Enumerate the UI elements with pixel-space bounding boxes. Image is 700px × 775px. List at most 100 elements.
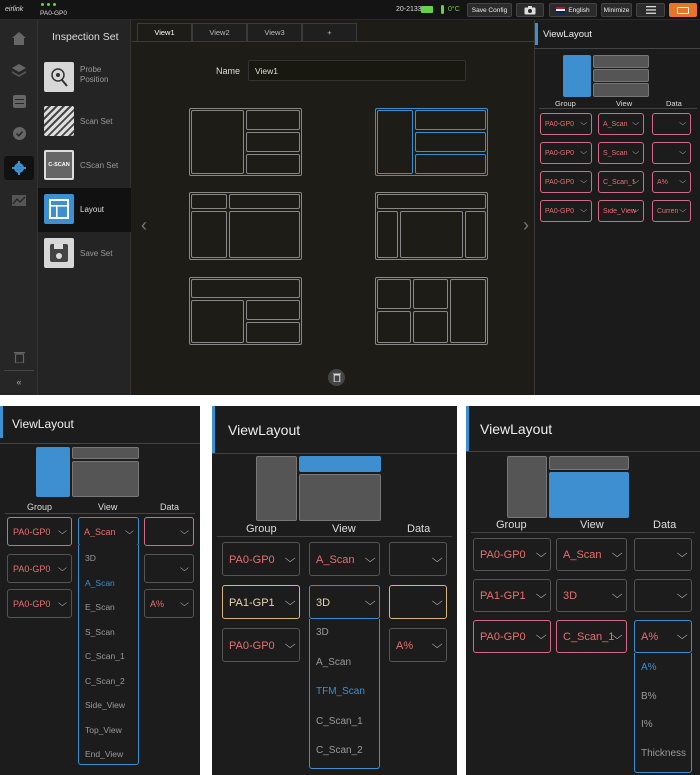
group-select[interactable]: PA0-GP0 ⌵ — [222, 542, 300, 576]
view-select[interactable]: A_Scan ⌵ — [556, 538, 627, 571]
group-select[interactable]: PA0-GP0 ⌵ — [473, 538, 551, 571]
menu-item-save-set[interactable]: Save Set — [38, 232, 131, 276]
group-header: Group — [555, 99, 576, 108]
data-select-value: Curren — [657, 208, 679, 215]
data-select[interactable]: A% ⌵ — [144, 589, 194, 618]
trash-icon[interactable] — [9, 347, 29, 367]
header-divider — [217, 536, 452, 537]
view-select[interactable]: Side_View ⌵ — [598, 200, 644, 222]
view-select[interactable]: C_Scan_1 ⌵ — [598, 171, 644, 193]
group-select[interactable]: PA0-GP0 ⌵ — [540, 113, 592, 135]
dropdown-option[interactable]: C_Scan_1 — [85, 651, 125, 661]
data-select[interactable]: Curren ⌵ — [652, 200, 691, 222]
chart-icon[interactable] — [9, 190, 29, 210]
tab-view3[interactable]: View3 — [247, 23, 302, 41]
tab-add[interactable]: + — [302, 23, 357, 41]
next-arrow-icon[interactable]: › — [523, 215, 529, 236]
menu-item-scan-set[interactable]: Scan Set — [38, 100, 131, 144]
data-select[interactable]: ⌵ — [144, 517, 194, 546]
minimize-button[interactable]: Minimize — [601, 3, 632, 17]
data-select[interactable]: ⌵ — [652, 142, 691, 164]
layout-preview — [256, 456, 381, 521]
group-select[interactable]: PA0-GP0 ⌵ — [7, 517, 72, 546]
menu-button[interactable] — [636, 3, 665, 17]
group-select[interactable]: PA0-GP0 ⌵ — [540, 171, 592, 193]
data-select[interactable]: A% ⌵ — [634, 620, 692, 653]
dropdown-option[interactable]: C_Scan_2 — [316, 745, 363, 756]
dropdown-option[interactable]: A_Scan — [316, 657, 351, 668]
view-select[interactable]: C_Scan_1 ⌵ — [556, 620, 627, 653]
language-button[interactable]: English — [549, 3, 597, 17]
name-input[interactable]: View1 — [248, 60, 466, 81]
dropdown-option[interactable]: E_Scan — [85, 602, 115, 612]
group-select[interactable]: PA1-GP1 ⌵ — [473, 579, 551, 612]
tab-view2[interactable]: View2 — [192, 23, 247, 41]
group-select[interactable]: PA0-GP0 ⌵ — [7, 554, 72, 583]
dropdown-option[interactable]: Thickness — [641, 748, 686, 759]
layout-option-3[interactable] — [189, 192, 302, 260]
data-select[interactable]: ⌵ — [634, 579, 692, 612]
battery-icon — [421, 6, 433, 13]
layout-cell — [229, 194, 300, 209]
dropdown-option[interactable]: 3D — [85, 553, 96, 563]
database-icon[interactable] — [9, 91, 29, 111]
view-select[interactable]: A_Scan ⌵ — [309, 542, 380, 576]
group-select[interactable]: PA0-GP0 ⌵ — [7, 589, 72, 618]
menu-item-layout[interactable]: Layout — [38, 188, 131, 232]
data-select[interactable]: ⌵ — [652, 113, 691, 135]
view-select[interactable]: 3D ⌵ — [309, 585, 380, 619]
group-select[interactable]: PA0-GP0 ⌵ — [222, 628, 300, 662]
camera-button[interactable] — [516, 3, 544, 17]
collapse-icon[interactable]: « — [9, 372, 29, 392]
group-select[interactable]: PA0-GP0 ⌵ — [540, 142, 592, 164]
data-select[interactable]: A% ⌵ — [389, 628, 447, 662]
group-select[interactable]: PA0-GP0 ⌵ — [540, 200, 592, 222]
dropdown-option[interactable]: Side_View — [85, 700, 125, 710]
dropdown-option[interactable]: I% — [641, 719, 653, 730]
chevron-down-icon: ⌵ — [579, 149, 587, 156]
data-select[interactable]: ⌵ — [389, 585, 447, 619]
dropdown-option[interactable]: S_Scan — [85, 627, 115, 637]
dropdown-option[interactable]: TFM_Scan — [316, 686, 365, 697]
layout-option-4[interactable] — [375, 192, 488, 260]
view-select[interactable]: 3D ⌵ — [556, 579, 627, 612]
group-select[interactable]: PA0-GP0 ⌵ — [473, 620, 551, 653]
chevron-down-icon: ⌵ — [631, 120, 639, 127]
delete-layout-button[interactable] — [328, 369, 345, 386]
group-select[interactable]: PA1-GP1 ⌵ — [222, 585, 300, 619]
menu-item-label: Probe Position — [80, 65, 109, 84]
data-select[interactable]: ⌵ — [389, 542, 447, 576]
menu-item-cscan-set[interactable]: C-SCAN CScan Set — [38, 144, 131, 188]
settings-gear-icon[interactable] — [4, 156, 34, 180]
home-icon[interactable] — [9, 28, 29, 48]
save-config-button[interactable]: Save Config — [467, 3, 512, 17]
dropdown-option[interactable]: A% — [641, 662, 657, 673]
layout-option-6[interactable] — [375, 277, 488, 345]
view-select[interactable]: S_Scan ⌵ — [598, 142, 644, 164]
menu-item-probe-position[interactable]: Probe Position — [38, 56, 131, 100]
dropdown-option[interactable]: B% — [641, 691, 657, 702]
dropdown-option[interactable]: End_View — [85, 749, 123, 759]
tab-view1[interactable]: View1 — [137, 23, 192, 41]
layers-icon[interactable] — [9, 60, 29, 80]
view-select[interactable]: A_Scan ⌵ — [598, 113, 644, 135]
dropdown-option[interactable]: C_Scan_1 — [316, 716, 363, 727]
menu-item-label: Save Set — [80, 249, 113, 258]
data-select[interactable]: ⌵ — [144, 554, 194, 583]
prev-arrow-icon[interactable]: ‹ — [141, 215, 147, 236]
data-select[interactable]: ⌵ — [634, 538, 692, 571]
check-badge-icon[interactable] — [9, 123, 29, 143]
data-header: Data — [653, 519, 677, 531]
dropdown-option[interactable]: Top_View — [85, 725, 122, 735]
dropdown-option[interactable]: 3D — [316, 627, 329, 638]
layout-option-2[interactable] — [375, 108, 488, 176]
dropdown-option[interactable]: A_Scan — [85, 578, 115, 588]
data-select[interactable]: A% ⌵ — [652, 171, 691, 193]
view-select[interactable]: A_Scan ⌵ — [78, 517, 139, 546]
layout-cell — [246, 300, 300, 320]
battery-button[interactable] — [669, 3, 697, 17]
layout-option-5[interactable] — [189, 277, 302, 345]
dropdown-option[interactable]: C_Scan_2 — [85, 676, 125, 686]
chevron-down-icon: ⌵ — [535, 548, 547, 560]
layout-option-1[interactable] — [189, 108, 302, 176]
